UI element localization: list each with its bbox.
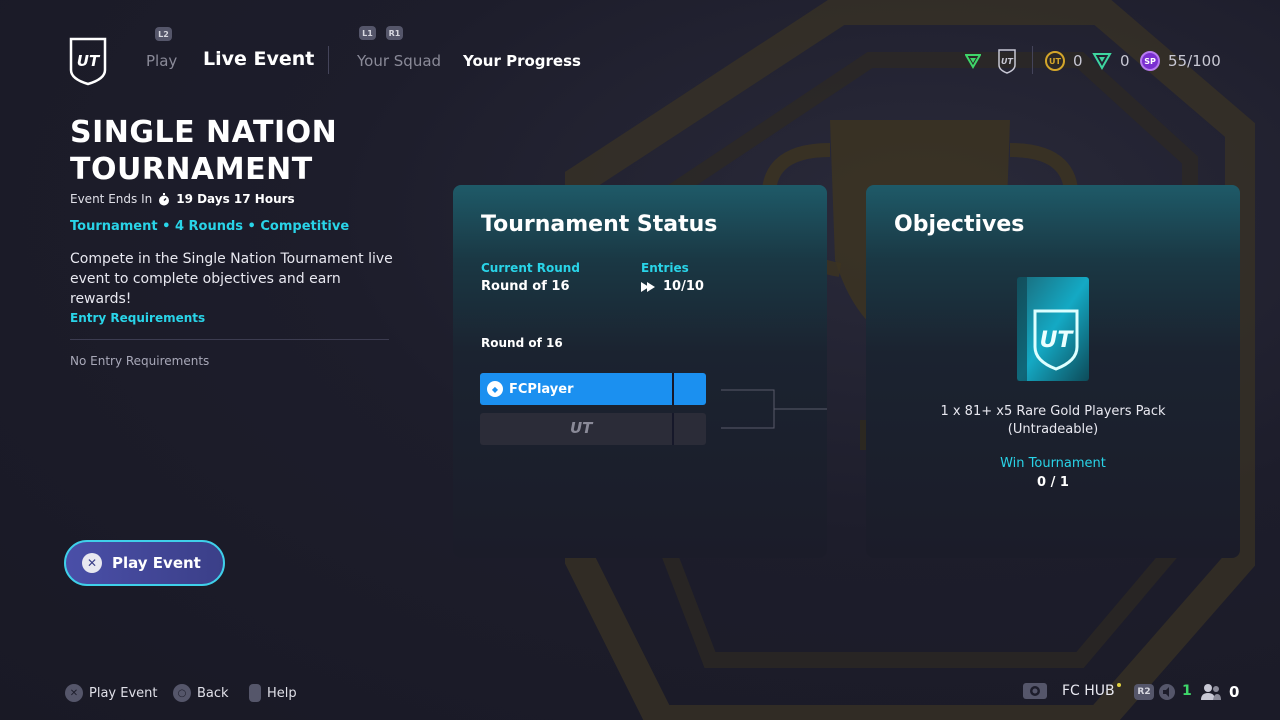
- sp-value: 55/100: [1168, 52, 1221, 70]
- objectives-title: Objectives: [894, 212, 1025, 237]
- sp-icon: SP: [1140, 51, 1160, 71]
- nav-divider: [328, 46, 329, 74]
- coins-value: 0: [1073, 52, 1083, 70]
- fc-points-icon: [1092, 53, 1112, 71]
- cross-button-icon: ✕: [65, 684, 83, 702]
- footer-back[interactable]: ○ Back: [173, 684, 229, 702]
- bracket-slot-player1[interactable]: ◆ FCPlayer: [480, 373, 706, 405]
- ends-value: 19 Days 17 Hours: [176, 192, 295, 206]
- entry-requirements-link[interactable]: Entry Requirements: [70, 311, 205, 325]
- friends-count: 0: [1229, 683, 1240, 701]
- play-event-label: Play Event: [112, 554, 201, 572]
- slot-divider: [672, 373, 674, 405]
- event-meta: Tournament • 4 Rounds • Competitive: [70, 219, 350, 234]
- entry-requirements-text: No Entry Requirements: [70, 354, 210, 368]
- bracket-lines: [721, 389, 827, 429]
- l1-hint-icon: L1: [359, 26, 376, 40]
- ut-placeholder-icon: UT: [570, 419, 593, 437]
- event-description: Compete in the Single Nation Tournament …: [70, 251, 393, 307]
- ut-logo-icon: UT: [69, 37, 107, 86]
- ut-badge-icon: UT: [998, 49, 1016, 74]
- bracket-round-label: Round of 16: [481, 336, 563, 350]
- stopwatch-icon: [159, 192, 170, 205]
- fc-hub-icon: [1023, 683, 1047, 699]
- current-round-label: Current Round: [481, 261, 580, 275]
- friends-icon[interactable]: [1200, 683, 1222, 701]
- tab-live-event[interactable]: Live Event: [203, 48, 314, 70]
- entries: 10/10: [641, 279, 704, 294]
- entries-label: Entries: [641, 261, 689, 275]
- l2-hint-icon: L2: [155, 27, 172, 41]
- objective-progress: 0 / 1: [1037, 475, 1069, 490]
- status-title: Tournament Status: [481, 212, 718, 237]
- ends-label: Event Ends In: [70, 192, 153, 206]
- season-points: SP 55/100: [1140, 50, 1221, 72]
- footer-help-label: Help: [267, 685, 297, 701]
- notifications-count: 1: [1182, 683, 1192, 699]
- fc-hub[interactable]: FC HUB: [1022, 682, 1121, 700]
- coins-balance: UT 0: [1045, 50, 1083, 72]
- play-event-button[interactable]: ✕ Play Event: [64, 540, 225, 586]
- objective-task: Win Tournament: [1000, 456, 1106, 471]
- r2-hint-icon: R2: [1134, 684, 1154, 700]
- bracket-slot-player2[interactable]: UT: [480, 413, 706, 445]
- coins-icon: UT: [1045, 51, 1065, 71]
- svg-text:UT: UT: [1040, 328, 1075, 353]
- touchpad-icon: [249, 684, 261, 702]
- notification-dot: [1116, 683, 1121, 687]
- reward-name: 1 x 81+ x5 Rare Gold Players Pack (Untra…: [940, 404, 1166, 437]
- cross-button-icon: ✕: [82, 553, 102, 573]
- points-balance: 0: [1092, 50, 1130, 72]
- footer-help[interactable]: Help: [249, 684, 297, 702]
- tab-your-progress[interactable]: Your Progress: [463, 52, 581, 70]
- speaker-icon[interactable]: [1158, 684, 1176, 700]
- player1-name: FCPlayer: [509, 381, 574, 397]
- slot-divider: [672, 413, 674, 445]
- division-rank-icon: [965, 54, 981, 69]
- footer-back-label: Back: [197, 685, 229, 701]
- current-round-value: Round of 16: [481, 279, 570, 294]
- event-ends: Event Ends In 19 Days 17 Hours: [70, 192, 295, 206]
- player-pack-icon: UT: [1017, 277, 1089, 381]
- objectives-card: Objectives UT 1 x 81+ x5 Rare Gold Playe…: [866, 185, 1240, 558]
- tab-play[interactable]: Play: [146, 52, 177, 70]
- footer-play-event-label: Play Event: [89, 685, 158, 701]
- svg-text:UT: UT: [77, 52, 101, 70]
- playstation-icon: ◆: [487, 381, 503, 397]
- tab-your-squad[interactable]: Your Squad: [357, 52, 441, 70]
- circle-button-icon: ○: [173, 684, 191, 702]
- footer-play-event[interactable]: ✕ Play Event: [65, 684, 158, 702]
- event-title: SINGLE NATION TOURNAMENT: [70, 115, 338, 187]
- points-value: 0: [1120, 52, 1130, 70]
- svg-text:UT: UT: [1001, 57, 1013, 66]
- currency-divider: [1032, 46, 1033, 74]
- fc-hub-label: FC HUB: [1062, 683, 1115, 699]
- entries-value: 10/10: [663, 279, 704, 294]
- entries-icon: [641, 281, 655, 292]
- tournament-status-card: Tournament Status Current Round Round of…: [453, 185, 827, 558]
- r1-hint-icon: R1: [386, 26, 403, 40]
- divider: [70, 339, 389, 340]
